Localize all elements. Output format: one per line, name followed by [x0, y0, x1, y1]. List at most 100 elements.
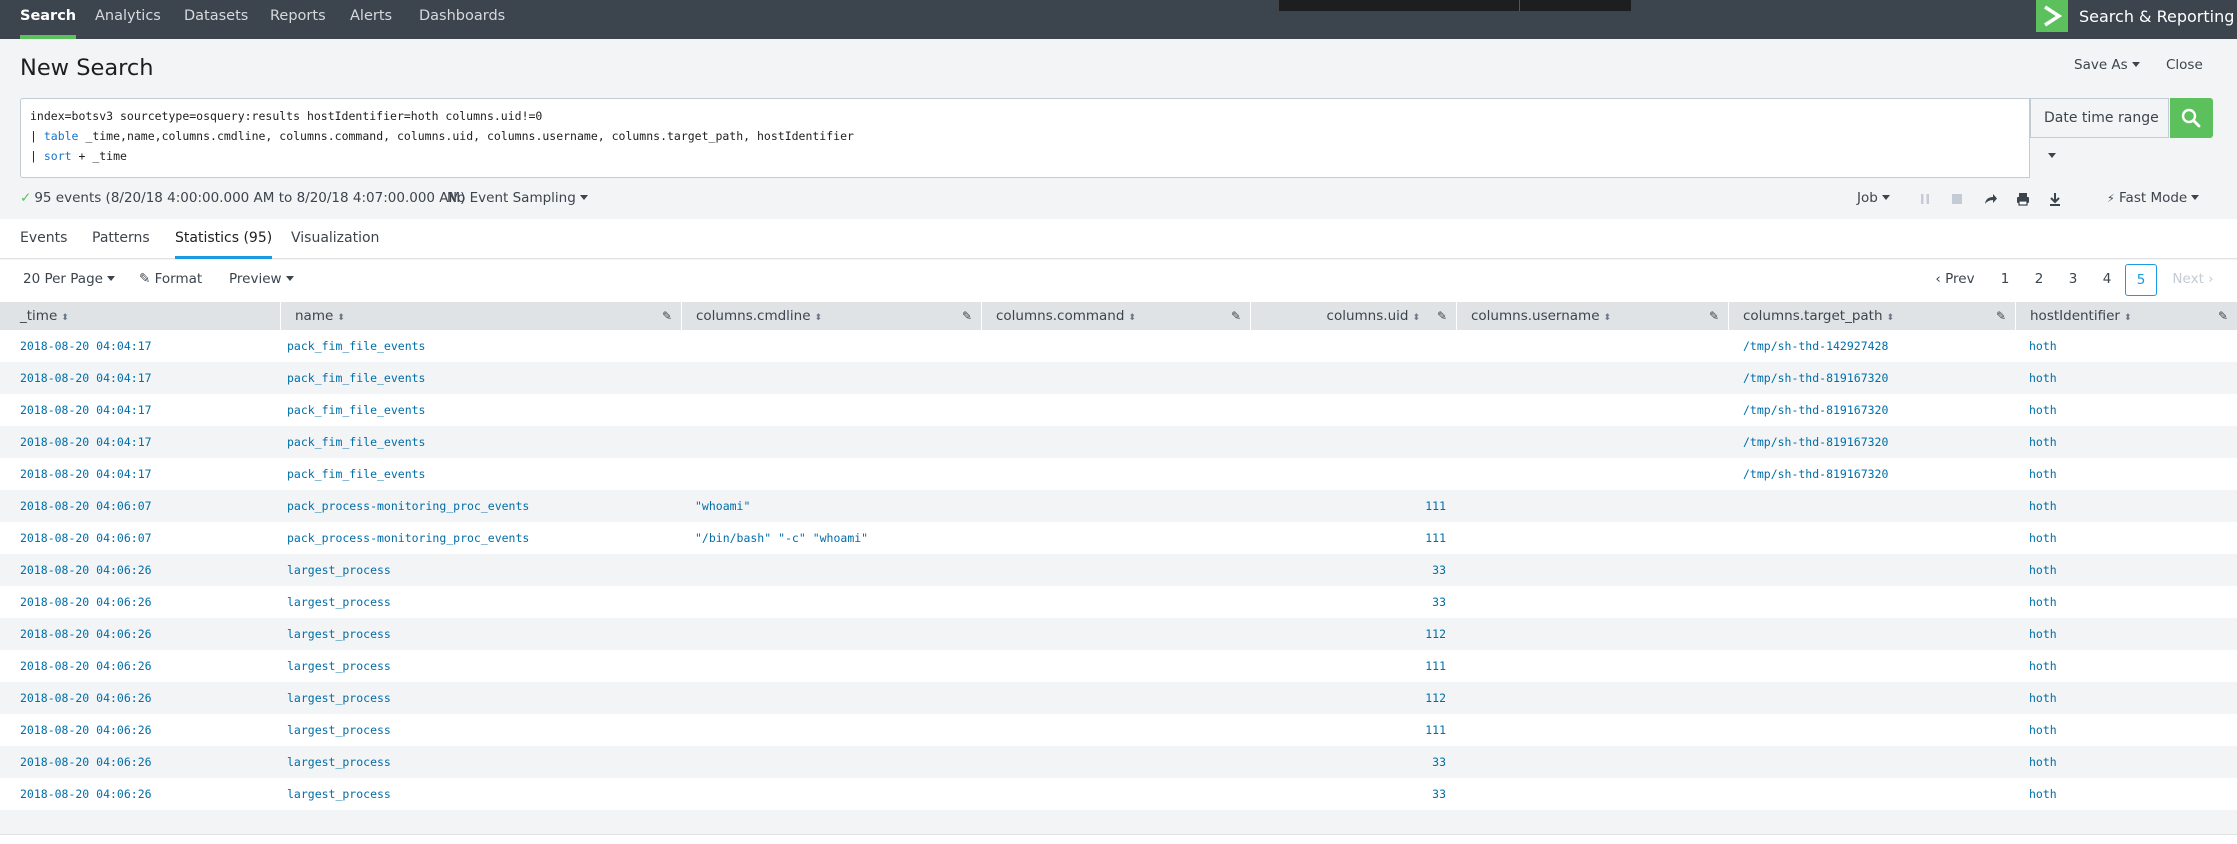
prev-page-button[interactable]: ‹ Prev	[1930, 264, 1980, 296]
cell-target-path[interactable]: /tmp/sh-thd-819167320	[1743, 394, 1888, 426]
cell-time[interactable]: 2018-08-20 04:06:26	[20, 778, 152, 810]
cell-uid[interactable]: 33	[1432, 746, 1446, 778]
app-logo-icon[interactable]	[2036, 0, 2068, 32]
cell-host-identifier[interactable]: hoth	[2029, 714, 2057, 746]
cell-name[interactable]: pack_fim_file_events	[287, 458, 425, 490]
nav-alerts[interactable]: Alerts	[350, 0, 392, 39]
cell-host-identifier[interactable]: hoth	[2029, 458, 2057, 490]
page-button[interactable]: 3	[2061, 264, 2085, 296]
edit-icon[interactable]: ✎	[1437, 302, 1447, 330]
next-page-button[interactable]: Next ›	[2168, 264, 2218, 296]
cell-time[interactable]: 2018-08-20 04:04:17	[20, 330, 152, 362]
edit-icon[interactable]: ✎	[2218, 302, 2228, 330]
search-button[interactable]	[2170, 98, 2213, 138]
print-icon[interactable]	[2014, 190, 2032, 208]
nav-dashboards[interactable]: Dashboards	[419, 0, 505, 39]
nav-analytics[interactable]: Analytics	[95, 0, 161, 39]
cell-name[interactable]: pack_fim_file_events	[287, 394, 425, 426]
cell-uid[interactable]: 111	[1425, 650, 1446, 682]
format-button[interactable]: ✎ Format	[139, 271, 202, 287]
save-as-button[interactable]: Save As	[2074, 57, 2140, 73]
page-button[interactable]: 4	[2095, 264, 2119, 296]
cell-name[interactable]: pack_fim_file_events	[287, 330, 425, 362]
cell-host-identifier[interactable]: hoth	[2029, 330, 2057, 362]
cell-host-identifier[interactable]: hoth	[2029, 426, 2057, 458]
cell-name[interactable]: largest_process	[287, 778, 391, 810]
cell-host-identifier[interactable]: hoth	[2029, 362, 2057, 394]
edit-icon[interactable]: ✎	[1231, 302, 1241, 330]
page-button[interactable]: 1	[1993, 264, 2017, 296]
cell-host-identifier[interactable]: hoth	[2029, 778, 2057, 810]
sort-icon[interactable]: ⬍	[337, 313, 345, 323]
cell-time[interactable]: 2018-08-20 04:06:07	[20, 490, 152, 522]
nav-datasets[interactable]: Datasets	[184, 0, 248, 39]
cell-uid[interactable]: 33	[1432, 554, 1446, 586]
edit-icon[interactable]: ✎	[1709, 302, 1719, 330]
cell-uid[interactable]: 112	[1425, 682, 1446, 714]
column-header-uid[interactable]: columns.uid ⬍ ✎	[1251, 302, 1457, 330]
cell-time[interactable]: 2018-08-20 04:06:26	[20, 618, 152, 650]
time-range-picker[interactable]: Date time range	[2030, 98, 2169, 158]
cell-uid[interactable]: 111	[1425, 522, 1446, 554]
cell-target-path[interactable]: /tmp/sh-thd-819167320	[1743, 362, 1888, 394]
search-input[interactable]: index=botsv3 sourcetype=osquery:results …	[20, 98, 2030, 178]
cell-time[interactable]: 2018-08-20 04:06:26	[20, 554, 152, 586]
column-header-name[interactable]: name ⬍ ✎	[281, 302, 682, 330]
cell-host-identifier[interactable]: hoth	[2029, 650, 2057, 682]
tab-visualization[interactable]: Visualization	[291, 219, 379, 259]
nav-search[interactable]: Search	[20, 0, 77, 39]
cell-host-identifier[interactable]: hoth	[2029, 554, 2057, 586]
cell-uid[interactable]: 111	[1425, 490, 1446, 522]
cell-time[interactable]: 2018-08-20 04:06:26	[20, 586, 152, 618]
tab-patterns[interactable]: Patterns	[92, 219, 150, 259]
cell-host-identifier[interactable]: hoth	[2029, 490, 2057, 522]
edit-icon[interactable]: ✎	[962, 302, 972, 330]
tab-statistics[interactable]: Statistics (95)	[175, 219, 273, 259]
search-mode-dropdown[interactable]: ⚡ Fast Mode	[2107, 190, 2200, 206]
column-header-username[interactable]: columns.username ⬍ ✎	[1457, 302, 1729, 330]
cell-name[interactable]: pack_process-monitoring_proc_events	[287, 490, 529, 522]
cell-host-identifier[interactable]: hoth	[2029, 746, 2057, 778]
export-icon[interactable]	[2046, 190, 2064, 208]
column-header-cmdline[interactable]: columns.cmdline ⬍ ✎	[682, 302, 982, 330]
cell-name[interactable]: largest_process	[287, 746, 391, 778]
event-sampling-dropdown[interactable]: No Event Sampling	[447, 190, 588, 206]
pause-icon[interactable]	[1916, 190, 1934, 208]
cell-host-identifier[interactable]: hoth	[2029, 394, 2057, 426]
column-header-time[interactable]: _time ⬍	[6, 302, 281, 330]
cell-name[interactable]: largest_process	[287, 682, 391, 714]
cell-name[interactable]: largest_process	[287, 554, 391, 586]
cell-time[interactable]: 2018-08-20 04:04:17	[20, 394, 152, 426]
cell-name[interactable]: largest_process	[287, 586, 391, 618]
cell-time[interactable]: 2018-08-20 04:06:26	[20, 650, 152, 682]
cell-time[interactable]: 2018-08-20 04:06:26	[20, 714, 152, 746]
cell-uid[interactable]: 33	[1432, 586, 1446, 618]
cell-time[interactable]: 2018-08-20 04:06:26	[20, 746, 152, 778]
sort-icon[interactable]: ⬍	[2124, 313, 2132, 323]
cell-time[interactable]: 2018-08-20 04:06:26	[20, 682, 152, 714]
per-page-dropdown[interactable]: 20 Per Page	[23, 271, 115, 287]
cell-target-path[interactable]: /tmp/sh-thd-819167320	[1743, 458, 1888, 490]
share-icon[interactable]	[1981, 190, 1999, 208]
cell-cmdline[interactable]: "/bin/bash" "-c" "whoami"	[695, 522, 868, 554]
cell-host-identifier[interactable]: hoth	[2029, 586, 2057, 618]
edit-icon[interactable]: ✎	[1996, 302, 2006, 330]
cell-host-identifier[interactable]: hoth	[2029, 618, 2057, 650]
tab-events[interactable]: Events	[20, 219, 67, 259]
sort-icon[interactable]: ⬍	[815, 313, 823, 323]
cell-target-path[interactable]: /tmp/sh-thd-142927428	[1743, 330, 1888, 362]
sort-icon[interactable]: ⬍	[1604, 313, 1612, 323]
cell-cmdline[interactable]: "whoami"	[695, 490, 750, 522]
cell-time[interactable]: 2018-08-20 04:06:07	[20, 522, 152, 554]
close-button[interactable]: Close	[2166, 57, 2203, 73]
cell-name[interactable]: largest_process	[287, 650, 391, 682]
column-header-target-path[interactable]: columns.target_path ⬍ ✎	[1729, 302, 2016, 330]
cell-time[interactable]: 2018-08-20 04:04:17	[20, 362, 152, 394]
cell-time[interactable]: 2018-08-20 04:04:17	[20, 458, 152, 490]
sort-icon[interactable]: ⬍	[1412, 313, 1420, 323]
sort-icon[interactable]: ⬍	[1887, 313, 1895, 323]
cell-time[interactable]: 2018-08-20 04:04:17	[20, 426, 152, 458]
stop-icon[interactable]	[1948, 190, 1966, 208]
column-header-host-identifier[interactable]: hostIdentifier ⬍ ✎	[2016, 302, 2237, 330]
cell-host-identifier[interactable]: hoth	[2029, 682, 2057, 714]
